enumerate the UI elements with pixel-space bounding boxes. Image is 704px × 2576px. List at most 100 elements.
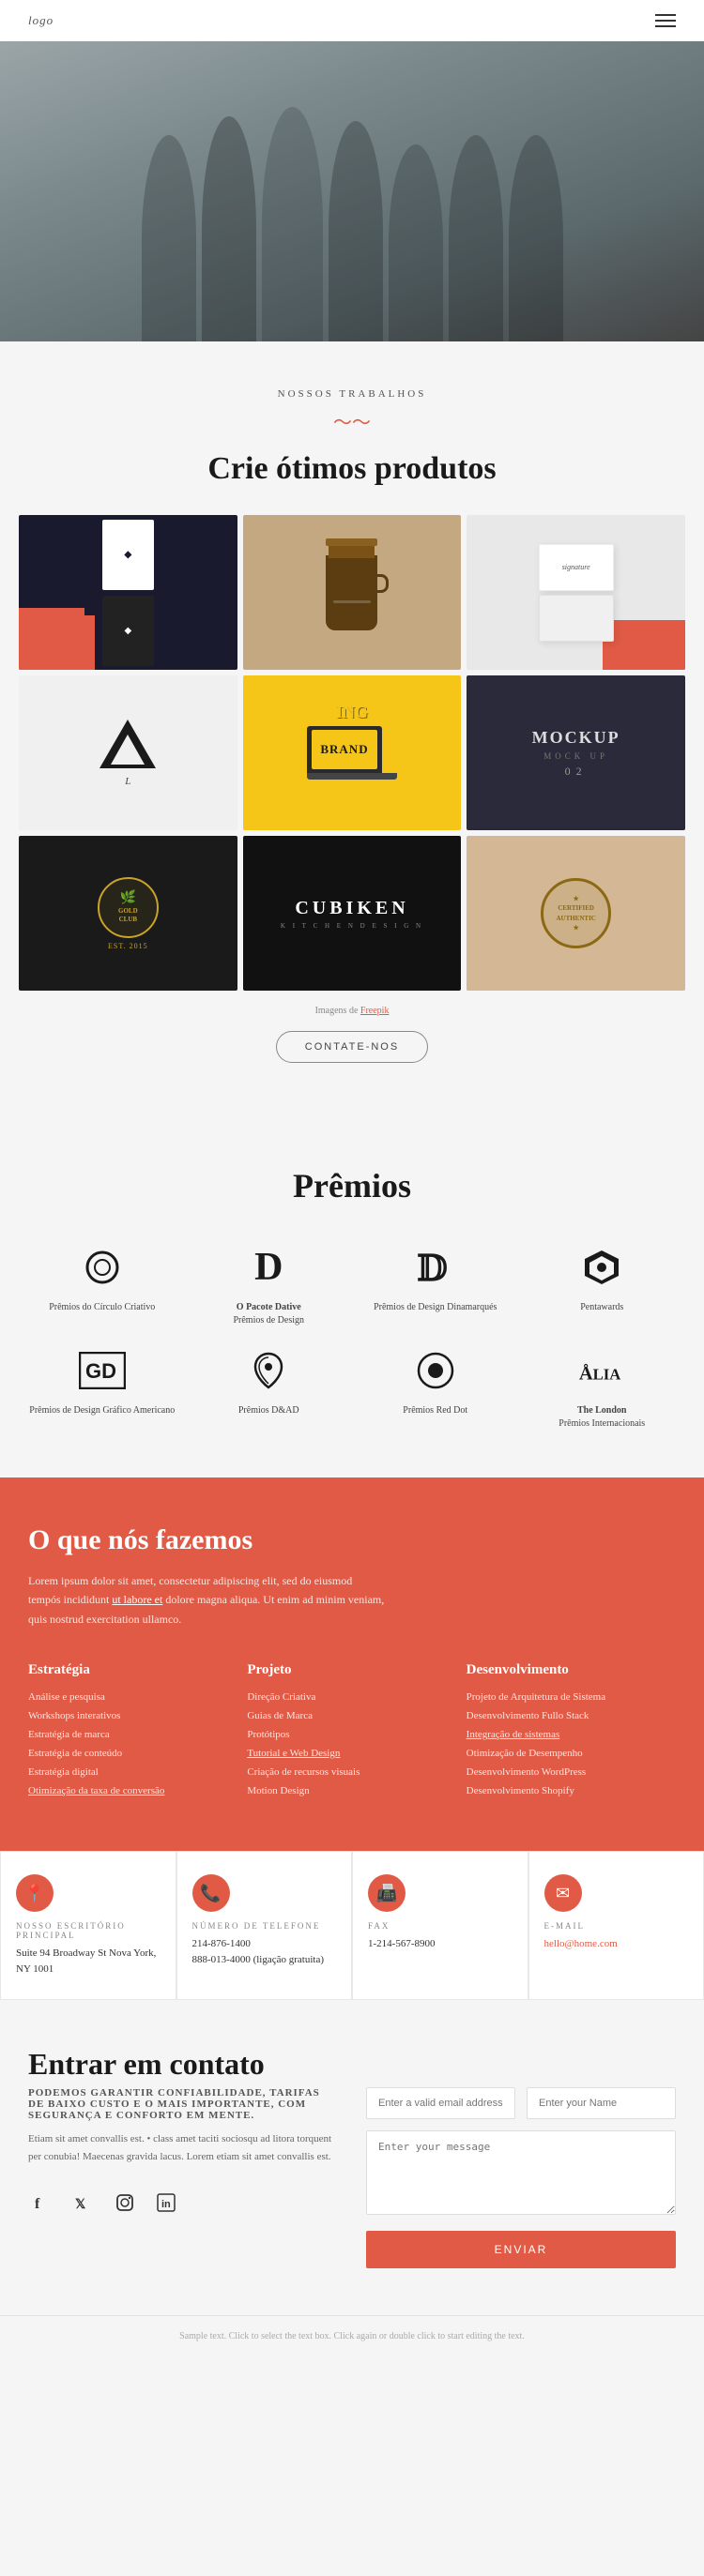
award-name-3: Prêmios de Design Dinamarqués <box>374 1301 497 1314</box>
footer-note: Sample text. Click to select the text bo… <box>0 2315 704 2356</box>
portfolio-item-7[interactable]: 🌿 GOLD CLUB EST. 2015 <box>19 836 237 991</box>
award-name-2: O Pacote Dative Prêmios de Design <box>233 1301 304 1327</box>
person-4 <box>329 121 383 341</box>
award-icon-3: 𝔻 <box>411 1243 460 1292</box>
person-1 <box>142 135 196 341</box>
freepik-link[interactable]: Freepik <box>360 1006 390 1016</box>
portfolio-item-5[interactable]: BRAND ING <box>243 675 462 830</box>
strategy-item-4[interactable]: Estratégia de conteúdo <box>28 1748 237 1759</box>
works-label: NOSSOS TRABALHOS <box>0 388 704 400</box>
form-left: PODEMOS GARANTIR CONFIABILIDADE, TARIFAS… <box>28 2087 338 2268</box>
design-item-1[interactable]: Direção Criativa <box>247 1691 456 1703</box>
award-name-4: Pentawards <box>580 1301 623 1314</box>
contact-button[interactable]: CONTATE-NOS <box>276 1031 428 1063</box>
service-title-design: Projeto <box>247 1662 456 1678</box>
award-icon-2: D <box>244 1243 293 1292</box>
freepik-credit: Imagens de Freepik <box>0 1006 704 1016</box>
award-icon-1 <box>78 1243 127 1292</box>
email-value: hello@home.com <box>544 1936 618 1952</box>
linkedin-icon[interactable]: in <box>152 2189 180 2217</box>
award-item-7: Prêmios Red Dot <box>357 1346 514 1431</box>
message-textarea[interactable] <box>366 2130 676 2215</box>
email-link[interactable]: hello@home.com <box>544 1938 618 1949</box>
triangle-icon <box>99 720 156 768</box>
fax-value: 1-214-567-8900 <box>368 1936 436 1952</box>
office-address: Suite 94 Broadway St Nova York, NY 1001 <box>16 1946 161 1977</box>
form-right: ENVIAR <box>366 2087 676 2268</box>
service-title-dev: Desenvolvimento <box>467 1662 676 1678</box>
design-item-2[interactable]: Guias de Marca <box>247 1710 456 1721</box>
what-desc-link[interactable]: ut labore et <box>112 1593 162 1606</box>
office-label: NOSSO ESCRITÓRIO PRINCIPAL <box>16 1921 161 1940</box>
what-title: O que nós fazemos <box>28 1524 676 1556</box>
award-name-5: Prêmios de Design Gráfico Americano <box>29 1404 175 1417</box>
award-icon-8: ÅLIA <box>577 1346 626 1395</box>
person-6 <box>449 135 503 341</box>
portfolio-item-4[interactable]: L <box>19 675 237 830</box>
dev-item-2[interactable]: Desenvolvimento Fullo Stack <box>467 1710 676 1721</box>
what-desc: Lorem ipsum dolor sit amet, consectetur … <box>28 1571 385 1629</box>
email-input[interactable] <box>366 2087 515 2119</box>
service-col-strategy: Estratégia Análise e pesquisa Workshops … <box>28 1662 237 1804</box>
portfolio-item-8[interactable]: CUBIKEN K I T C H E N D E S I G N <box>243 836 462 991</box>
form-section: Entrar em contato PODEMOS GARANTIR CONFI… <box>0 2000 704 2315</box>
dev-item-5[interactable]: Desenvolvimento WordPress <box>467 1766 676 1778</box>
award-icon-4 <box>577 1243 626 1292</box>
works-title: Crie ótimos produtos <box>0 451 704 487</box>
dev-list: Projeto de Arquitetura de Sistema Desenv… <box>467 1691 676 1796</box>
award-item-1: Prêmios do Círculo Criativo <box>23 1243 181 1327</box>
strategy-item-1[interactable]: Análise e pesquisa <box>28 1691 237 1703</box>
portfolio-item-6[interactable]: MOCKUP MOCK UP 02 <box>467 675 685 830</box>
strategy-item-2[interactable]: Workshops interativos <box>28 1710 237 1721</box>
fax-label: FAX <box>368 1921 390 1931</box>
dev-item-4[interactable]: Otimização de Desempenho <box>467 1748 676 1759</box>
hero-section <box>0 41 704 341</box>
design-item-5[interactable]: Criação de recursos visuais <box>247 1766 456 1778</box>
portfolio-item-1[interactable]: ◆ ◆ <box>19 515 237 670</box>
award-item-8: ÅLIA The London Prêmios Internacionais <box>524 1346 681 1431</box>
form-layout: PODEMOS GARANTIR CONFIABILIDADE, TARIFAS… <box>28 2087 676 2268</box>
email-icon: ✉ <box>544 1874 582 1912</box>
phone-label: NÚMERO DE TELEFONE <box>192 1921 321 1931</box>
name-input[interactable] <box>527 2087 676 2119</box>
portfolio-item-9[interactable]: ★ CERTIFIED AUTHENTIC ★ <box>467 836 685 991</box>
award-name-8: The London Prêmios Internacionais <box>559 1404 645 1431</box>
instagram-icon[interactable] <box>111 2189 139 2217</box>
strategy-item-6[interactable]: Otimização da taxa de conversão <box>28 1785 237 1796</box>
design-item-4[interactable]: Tutorial e Web Design <box>247 1748 456 1759</box>
mockup-text: MOCKUP MOCK UP 02 <box>532 728 620 779</box>
award-item-2: D O Pacote Dative Prêmios de Design <box>191 1243 348 1327</box>
svg-text:f: f <box>35 2196 40 2212</box>
award-name-1: Prêmios do Círculo Criativo <box>49 1301 155 1314</box>
award-icon-7 <box>411 1346 460 1395</box>
person-5 <box>389 144 443 341</box>
contact-button-wrap: CONTATE-NOS <box>0 1031 704 1063</box>
dev-item-3[interactable]: Integração de sistemas <box>467 1729 676 1740</box>
award-name-6: Prêmios D&AD <box>238 1404 299 1417</box>
strategy-item-3[interactable]: Estratégia de marca <box>28 1729 237 1740</box>
design-item-3[interactable]: Protótipos <box>247 1729 456 1740</box>
award-item-5: GD Prêmios de Design Gráfico Americano <box>23 1346 181 1431</box>
award-item-4: Pentawards <box>524 1243 681 1327</box>
dev-item-1[interactable]: Projeto de Arquitetura de Sistema <box>467 1691 676 1703</box>
email-label: E-MAIL <box>544 1921 586 1931</box>
contact-card-office: 📍 NOSSO ESCRITÓRIO PRINCIPAL Suite 94 Br… <box>0 1851 176 2000</box>
dev-item-6[interactable]: Desenvolvimento Shopify <box>467 1785 676 1796</box>
facebook-icon[interactable]: f <box>28 2189 56 2217</box>
form-desc: Etiam sit amet convallis est. • class am… <box>28 2130 338 2165</box>
twitter-icon[interactable]: 𝕏 <box>69 2189 98 2217</box>
phone-value: 214-876-1400888-013-4000 (ligação gratui… <box>192 1936 325 1967</box>
portfolio-item-3[interactable]: signature <box>467 515 685 670</box>
strategy-item-5[interactable]: Estratégia digital <box>28 1766 237 1778</box>
portfolio-item-2[interactable] <box>243 515 462 670</box>
svg-text:𝕏: 𝕏 <box>75 2196 86 2211</box>
submit-button[interactable]: ENVIAR <box>366 2231 676 2268</box>
form-subtitle: PODEMOS GARANTIR CONFIABILIDADE, TARIFAS… <box>28 2087 338 2121</box>
cubiken-brand: CUBIKEN K I T C H E N D E S I G N <box>281 898 423 930</box>
svg-text:in: in <box>161 2199 171 2210</box>
awards-section: Prêmios Prêmios do Círculo Criativo D O … <box>0 1119 704 1477</box>
menu-button[interactable] <box>655 14 676 27</box>
design-item-6[interactable]: Motion Design <box>247 1785 456 1796</box>
svg-text:GD: GD <box>85 1359 116 1383</box>
award-icon-5: GD <box>78 1346 127 1395</box>
